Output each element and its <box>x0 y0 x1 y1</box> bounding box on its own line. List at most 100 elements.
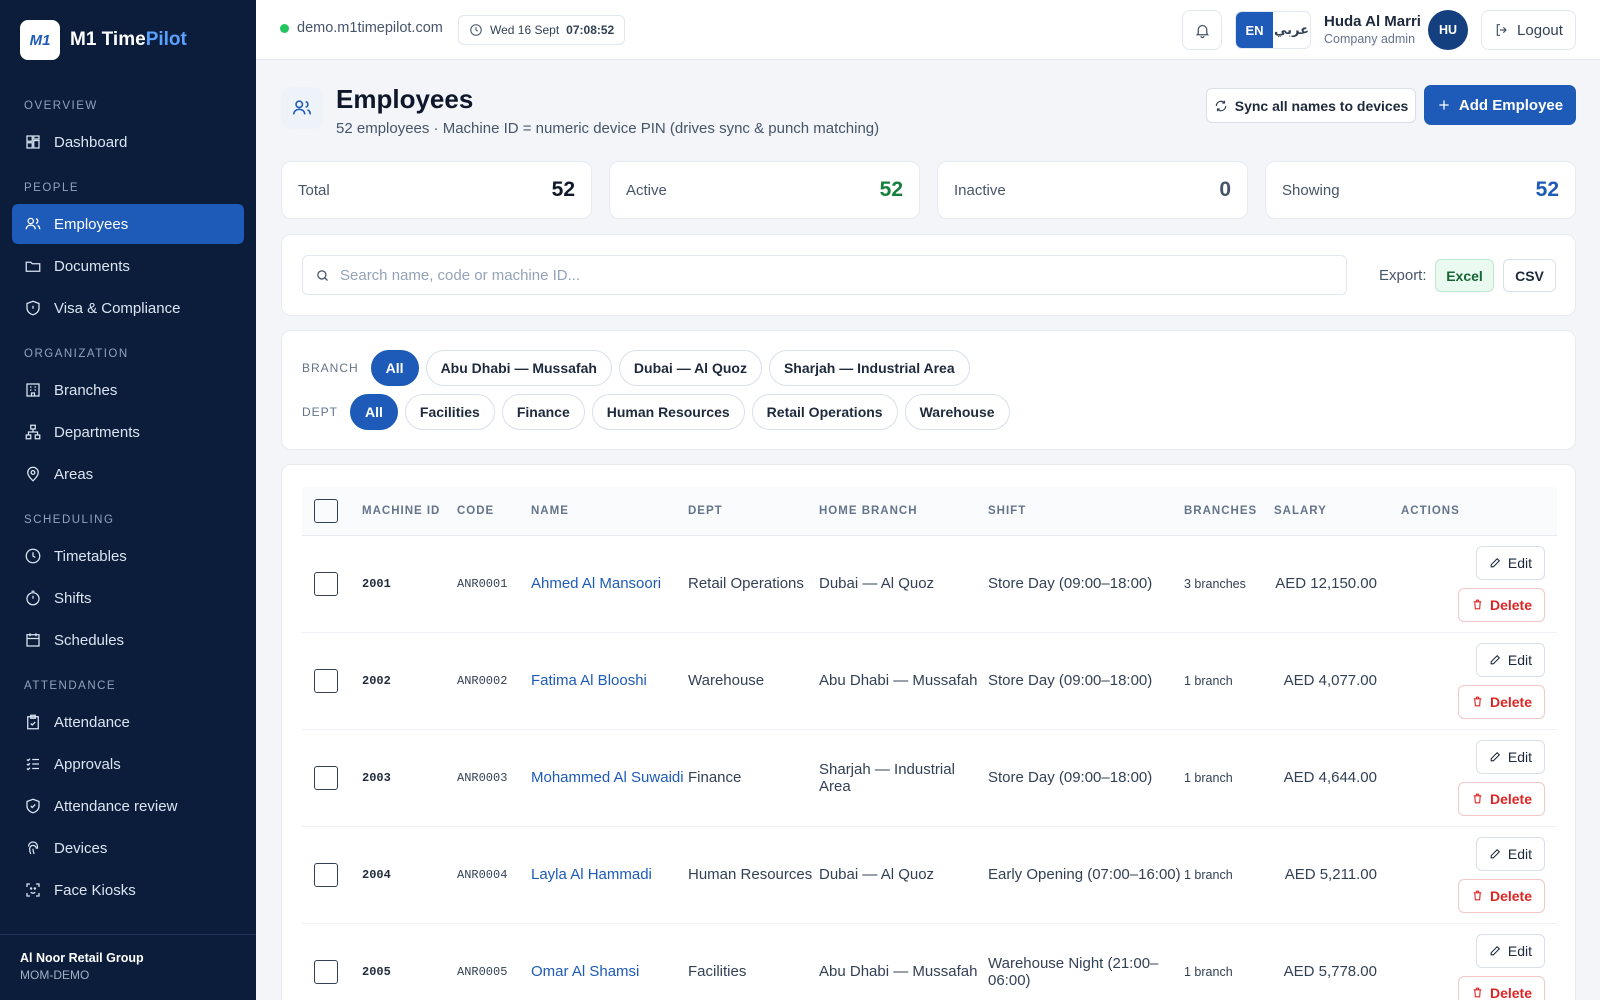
delete-button[interactable]: Delete <box>1457 975 1545 1000</box>
trash-icon <box>1473 987 1482 998</box>
sidebar-item-documents[interactable]: Documents <box>12 246 244 286</box>
branch-filter-label: BRANCH <box>302 361 359 375</box>
dept-chip[interactable]: All <box>350 394 398 430</box>
employee-name-link[interactable]: Ahmed Al Mansoori <box>531 535 688 633</box>
sidebar-item-dashboard[interactable]: Dashboard <box>12 122 244 162</box>
export-csv-button[interactable]: CSV <box>1503 259 1556 292</box>
notifications-button[interactable] <box>1182 10 1222 50</box>
sidebar-item-branches[interactable]: Branches <box>12 370 244 410</box>
column-header[interactable]: DEPT <box>688 487 819 536</box>
employee-name-link[interactable]: Layla Al Hammadi <box>531 826 688 924</box>
row-checkbox[interactable] <box>314 765 338 790</box>
home-branch-cell: Sharjah — Industrial Area <box>819 729 988 827</box>
logout-button[interactable]: Logout <box>1481 10 1576 50</box>
sidebar-item-label: Devices <box>54 839 108 857</box>
row-checkbox[interactable] <box>314 668 338 693</box>
stat-active: Active 52 <box>609 161 920 219</box>
sidebar-item-approvals[interactable]: Approvals <box>12 744 244 784</box>
sidebar-item-devices[interactable]: Devices <box>12 828 244 868</box>
column-header[interactable]: HOME BRANCH <box>819 487 988 536</box>
table-row[interactable]: 2002 ANR0002 Fatima Al Blooshi Warehouse… <box>302 632 1557 730</box>
dept-chip[interactable]: Warehouse <box>904 394 1010 430</box>
edit-button[interactable]: Edit <box>1475 933 1545 968</box>
sidebar-item-label: Timetables <box>54 547 127 565</box>
edit-button[interactable]: Edit <box>1475 836 1545 871</box>
home-branch-cell: Abu Dhabi — Mussafah <box>819 632 988 730</box>
sidebar-item-shifts[interactable]: Shifts <box>12 578 244 618</box>
sidebar-item-visa-compliance[interactable]: Visa & Compliance <box>12 288 244 328</box>
search-input[interactable]: Search name, code or machine ID... <box>302 255 1347 295</box>
salary-cell: AED 4,077.00 <box>1274 632 1401 730</box>
column-header[interactable]: SHIFT <box>988 487 1184 536</box>
dept-chip[interactable]: Human Resources <box>591 394 745 430</box>
column-header[interactable]: MACHINE ID <box>362 487 457 536</box>
sidebar-item-attendance[interactable]: Attendance <box>12 702 244 742</box>
edit-button[interactable]: Edit <box>1475 642 1545 677</box>
sidebar-item-areas[interactable]: Areas <box>12 454 244 494</box>
employee-name-link[interactable]: Mohammed Al Suwaidi <box>531 729 688 827</box>
column-header[interactable]: NAME <box>531 487 688 536</box>
row-checkbox[interactable] <box>314 571 338 596</box>
sidebar-item-schedules[interactable]: Schedules <box>12 620 244 660</box>
brand[interactable]: M1 M1 TimePilot <box>20 20 187 60</box>
sync-label: Sync all names to devices <box>1234 97 1409 114</box>
lang-en-button[interactable]: EN <box>1236 12 1273 48</box>
sidebar-item-label: Documents <box>54 257 130 275</box>
branch-chip[interactable]: Sharjah — Industrial Area <box>768 350 970 386</box>
branch-chip[interactable]: Abu Dhabi — Mussafah <box>425 350 612 386</box>
sidebar-item-label: Branches <box>54 381 118 399</box>
employee-name-link[interactable]: Fatima Al Blooshi <box>531 632 688 730</box>
table-row[interactable]: 2001 ANR0001 Ahmed Al Mansoori Retail Op… <box>302 535 1557 633</box>
dept-chip[interactable]: Facilities <box>404 394 495 430</box>
employee-name-link[interactable]: Omar Al Shamsi <box>531 923 688 1000</box>
column-header[interactable]: CODE <box>457 487 531 536</box>
select-all-cell <box>302 487 362 536</box>
branch-chip[interactable]: Dubai — Al Quoz <box>618 350 762 386</box>
add-employee-button[interactable]: Add Employee <box>1424 85 1576 125</box>
shield-icon <box>26 300 40 316</box>
row-checkbox[interactable] <box>314 862 338 887</box>
edit-button[interactable]: Edit <box>1475 545 1545 580</box>
sidebar-item-departments[interactable]: Departments <box>12 412 244 452</box>
delete-button[interactable]: Delete <box>1457 878 1545 913</box>
user-info[interactable]: Huda Al Marri Company admin <box>1324 13 1421 46</box>
logout-icon <box>1496 24 1507 36</box>
sidebar-item-timetables[interactable]: Timetables <box>12 536 244 576</box>
export-excel-button[interactable]: Excel <box>1435 259 1494 292</box>
stat-value: 52 <box>1535 178 1559 201</box>
delete-button[interactable]: Delete <box>1457 587 1545 622</box>
dept-cell: Retail Operations <box>688 535 819 633</box>
column-header[interactable]: SALARY <box>1274 487 1401 536</box>
user-name: Huda Al Marri <box>1324 13 1421 30</box>
employees-table-card: MACHINE ID CODE NAME DEPT HOME BRANCH SHIFT BR… <box>281 464 1576 1000</box>
machine-id-cell: 2003 <box>362 729 457 827</box>
sidebar-item-label: Attendance review <box>54 797 178 815</box>
sidebar-item-employees[interactable]: Employees <box>12 204 244 244</box>
actions-cell: Edit Delete <box>1401 632 1557 730</box>
sync-names-button[interactable]: Sync all names to devices <box>1206 88 1416 123</box>
branches-cell: 1 branch <box>1184 923 1274 1000</box>
delete-button[interactable]: Delete <box>1457 781 1545 816</box>
select-all-checkbox[interactable] <box>314 498 338 523</box>
sidebar-item-face-kiosks[interactable]: Face Kiosks <box>12 870 244 910</box>
dept-chip[interactable]: Retail Operations <box>751 394 898 430</box>
sidebar-item-attendance-review[interactable]: Attendance review <box>12 786 244 826</box>
table-row[interactable]: 2005 ANR0005 Omar Al Shamsi Facilities A… <box>302 923 1557 1000</box>
branch-chip[interactable]: All <box>370 350 419 386</box>
branch-filter: BRANCH All Abu Dhabi — Mussafah Dubai — Al … <box>302 350 970 386</box>
column-header[interactable]: BRANCHES <box>1184 487 1274 536</box>
org-info: Al Noor Retail Group MOM-DEMO <box>0 934 256 1000</box>
delete-button[interactable]: Delete <box>1457 684 1545 719</box>
column-header[interactable]: ACTIONS <box>1401 487 1557 536</box>
dept-chip[interactable]: Finance <box>501 394 585 430</box>
row-checkbox[interactable] <box>314 959 338 984</box>
sidebar-item-label: Face Kiosks <box>54 881 136 899</box>
edit-button[interactable]: Edit <box>1475 739 1545 774</box>
avatar[interactable]: HU <box>1428 10 1468 50</box>
row-select-cell <box>302 923 362 1000</box>
lang-ar-button[interactable]: عربي <box>1273 12 1310 48</box>
domain-text: demo.m1timepilot.com <box>297 20 443 36</box>
table-row[interactable]: 2003 ANR0003 Mohammed Al Suwaidi Finance… <box>302 729 1557 827</box>
table-row[interactable]: 2004 ANR0004 Layla Al Hammadi Human Reso… <box>302 826 1557 924</box>
page-icon <box>281 87 323 129</box>
